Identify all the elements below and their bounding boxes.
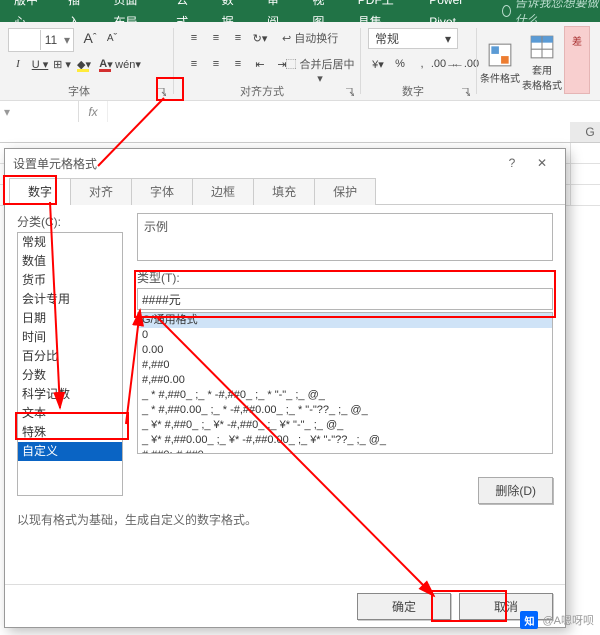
- dialog-body: 分类(C): 常规 数值 货币 会计专用 日期 时间 百分比 分数 科学记数 文…: [5, 205, 565, 584]
- cell-style-bad[interactable]: 差: [564, 26, 590, 94]
- group-font: 11 ▾ Aˆ Aˇ I U ▾ ⊞ ▾ ◆▾ A▾ wén▾ 字体: [0, 22, 170, 100]
- underline-button[interactable]: U ▾: [30, 54, 50, 74]
- table-format-button[interactable]: 套用 表格格式: [522, 26, 562, 100]
- pinyin-guide-button[interactable]: wén▾: [118, 54, 138, 74]
- cat-text[interactable]: 文本: [18, 404, 122, 423]
- fmt-item[interactable]: #,##0.00: [138, 373, 552, 388]
- tab-fill[interactable]: 填充: [253, 178, 315, 205]
- dialog-close-button[interactable]: ✕: [527, 151, 557, 175]
- align-right-button[interactable]: ≡: [228, 54, 248, 74]
- dialog-title: 设置单元格格式: [13, 155, 97, 172]
- merge-center-button[interactable]: ⬚ 合并后居中 ▾: [282, 56, 358, 85]
- bulb-icon: [502, 5, 511, 17]
- cat-general[interactable]: 常规: [18, 233, 122, 252]
- cat-number[interactable]: 数值: [18, 252, 122, 271]
- watermark-text: @A嗯呀呗: [542, 612, 594, 628]
- delete-format-button[interactable]: 删除(D): [478, 477, 553, 504]
- cat-accounting[interactable]: 会计专用: [18, 290, 122, 309]
- chevron-down-icon[interactable]: ▾: [61, 33, 73, 47]
- align-launcher[interactable]: [344, 86, 356, 98]
- wrap-text-button[interactable]: ↩ 自动换行: [282, 30, 338, 46]
- format-type-input[interactable]: [137, 288, 553, 310]
- zhihu-icon: 知: [520, 611, 538, 629]
- comma-button[interactable]: ,: [412, 54, 432, 74]
- font-size: 11: [41, 33, 61, 47]
- align-bottom-button[interactable]: ≡: [228, 28, 248, 48]
- fmt-item[interactable]: 0: [138, 328, 552, 343]
- currency-button[interactable]: ¥▾: [368, 54, 388, 74]
- grow-font-button[interactable]: Aˆ: [80, 28, 100, 48]
- ribbon-content: 11 ▾ Aˆ Aˇ I U ▾ ⊞ ▾ ◆▾ A▾ wén▾ 字体 ≡ ≡: [0, 22, 600, 101]
- format-cells-dialog: 设置单元格格式 ? ✕ 数字 对齐 字体 边框 填充 保护 分类(C): 常规 …: [4, 148, 566, 628]
- name-box[interactable]: ▾: [0, 101, 79, 123]
- dialog-help-text: 以现有格式为基础，生成自定义的数字格式。: [17, 511, 257, 528]
- col-header-g[interactable]: G: [570, 122, 600, 142]
- decimal-dec-button[interactable]: ←.00: [456, 54, 476, 74]
- tab-font[interactable]: 字体: [131, 178, 193, 205]
- formula-input[interactable]: [108, 101, 600, 123]
- tab-border[interactable]: 边框: [192, 178, 254, 205]
- tab-number[interactable]: 数字: [9, 178, 71, 205]
- border-button[interactable]: ⊞ ▾: [52, 54, 72, 74]
- cat-scientific[interactable]: 科学记数: [18, 385, 122, 404]
- shrink-font-button[interactable]: Aˇ: [102, 28, 122, 48]
- cat-currency[interactable]: 货币: [18, 271, 122, 290]
- group-number: 常规▾ ¥▾ % , .00→ ←.00 数字: [364, 22, 474, 100]
- dialog-tabs: 数字 对齐 字体 边框 填充 保护: [5, 177, 565, 205]
- decimal-inc-button[interactable]: .00→: [434, 54, 454, 74]
- cat-time[interactable]: 时间: [18, 328, 122, 347]
- fmt-item[interactable]: G/通用格式: [138, 313, 552, 328]
- fmt-item[interactable]: #,##0;-#,##0: [138, 448, 552, 454]
- align-center-button[interactable]: ≡: [206, 54, 226, 74]
- cat-custom[interactable]: 自定义: [18, 442, 122, 461]
- group-align-label: 对齐方式: [178, 83, 346, 99]
- group-align: ≡ ≡ ≡ ↻▾ ≡ ≡ ≡ ⇤ ⇥ ↩ 自动换行 ⬚ 合并后居中 ▾ 对齐方式: [178, 22, 358, 100]
- fx-icon[interactable]: fx: [79, 101, 108, 123]
- fmt-item[interactable]: _ ¥* #,##0_ ;_ ¥* -#,##0_ ;_ ¥* "-"_ ;_ …: [138, 418, 552, 433]
- sample-box: 示例: [137, 213, 553, 261]
- group-font-label: 字体: [0, 83, 158, 99]
- align-middle-button[interactable]: ≡: [206, 28, 226, 48]
- cat-fraction[interactable]: 分数: [18, 366, 122, 385]
- dialog-title-bar: 设置单元格格式 ? ✕: [5, 149, 565, 177]
- group-styles: 条件格式 套用 表格格式 差: [480, 22, 600, 100]
- sample-label: 示例: [144, 220, 168, 234]
- italic-button[interactable]: I: [8, 54, 28, 74]
- dialog-help-button[interactable]: ?: [497, 151, 527, 175]
- font-selector[interactable]: 11 ▾: [8, 28, 74, 52]
- ribbon-tabs: 版中心 插入 页面布局 公式 数据 审阅 视图 PDF工具集 Power Piv…: [0, 0, 600, 22]
- fill-color-button[interactable]: ◆▾: [74, 54, 94, 74]
- fmt-item[interactable]: 0.00: [138, 343, 552, 358]
- right-pane: 示例 类型(T): G/通用格式 0 0.00 #,##0 #,##0.00 _…: [137, 213, 553, 454]
- fmt-item[interactable]: #,##0: [138, 358, 552, 373]
- indent-dec-button[interactable]: ⇤: [250, 54, 270, 74]
- font-color-button[interactable]: A▾: [96, 54, 116, 74]
- fmt-item[interactable]: _ * #,##0.00_ ;_ * -#,##0.00_ ;_ * "-"??…: [138, 403, 552, 418]
- type-label: 类型(T):: [137, 269, 553, 286]
- conditional-format-button[interactable]: 条件格式: [480, 26, 520, 100]
- font-launcher[interactable]: [156, 86, 168, 98]
- cat-percent[interactable]: 百分比: [18, 347, 122, 366]
- number-launcher[interactable]: [460, 86, 472, 98]
- formula-bar: ▾ fx: [0, 101, 600, 124]
- watermark: 知 @A嗯呀呗: [520, 611, 594, 629]
- align-left-button[interactable]: ≡: [184, 54, 204, 74]
- cat-special[interactable]: 特殊: [18, 423, 122, 442]
- number-format-value: 常规: [375, 30, 399, 47]
- number-format-select[interactable]: 常规▾: [368, 28, 458, 49]
- format-code-list[interactable]: G/通用格式 0 0.00 #,##0 #,##0.00 _ * #,##0_ …: [137, 312, 553, 454]
- tab-align[interactable]: 对齐: [70, 178, 132, 205]
- dialog-footer: 确定 取消: [5, 584, 565, 627]
- fmt-item[interactable]: _ ¥* #,##0.00_ ;_ ¥* -#,##0.00_ ;_ ¥* "-…: [138, 433, 552, 448]
- tab-protect[interactable]: 保护: [314, 178, 376, 205]
- fmt-item[interactable]: _ * #,##0_ ;_ * -#,##0_ ;_ * "-"_ ;_ @_: [138, 388, 552, 403]
- category-list[interactable]: 常规 数值 货币 会计专用 日期 时间 百分比 分数 科学记数 文本 特殊 自定…: [17, 232, 123, 496]
- group-number-label: 数字: [364, 83, 462, 99]
- align-top-button[interactable]: ≡: [184, 28, 204, 48]
- ok-button[interactable]: 确定: [357, 593, 451, 620]
- cat-date[interactable]: 日期: [18, 309, 122, 328]
- percent-button[interactable]: %: [390, 54, 410, 74]
- orientation-button[interactable]: ↻▾: [250, 28, 270, 48]
